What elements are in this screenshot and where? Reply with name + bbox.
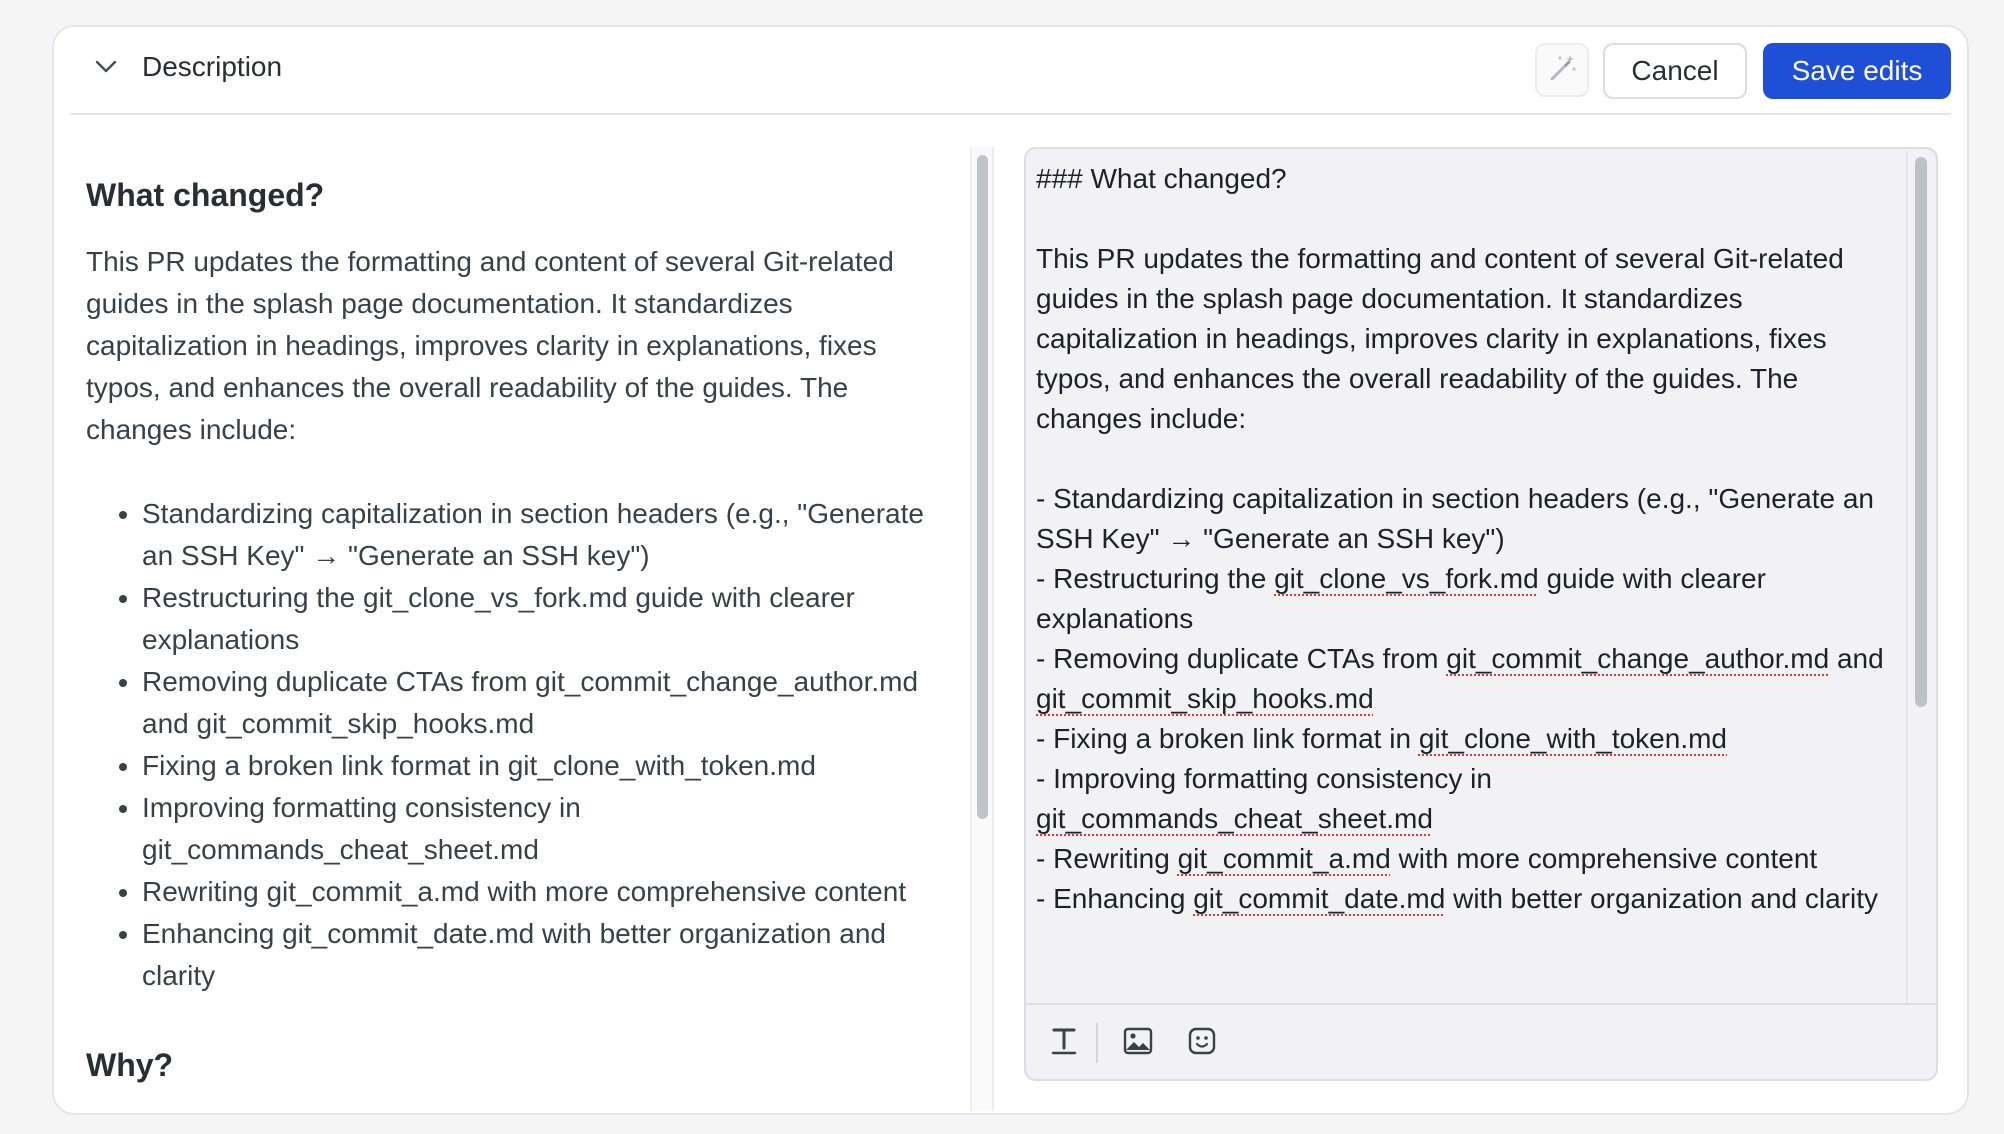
list-item: Improving formatting consistency in git_… [142, 787, 956, 871]
magic-wand-icon [1546, 52, 1578, 89]
editor-line: - Rewriting git_commit_a.md with more co… [1036, 843, 1818, 874]
editor-line: - Standardizing capitalization in sectio… [1036, 483, 1882, 554]
text-format-button[interactable] [1044, 1023, 1084, 1063]
preview-heading-what-changed: What changed? [86, 177, 325, 213]
text-format-icon [1050, 1026, 1078, 1061]
spellcheck-word: git_commit_a.md [1177, 843, 1391, 874]
editor-line: ### What changed? [1036, 163, 1287, 194]
list-item: Removing duplicate CTAs from git_commit_… [142, 661, 956, 745]
spellcheck-word: git_commit_skip_hooks.md [1036, 683, 1374, 714]
editor-line: - Removing duplicate CTAs from git_commi… [1036, 643, 1892, 714]
description-header: Description Cancel Save edits [70, 27, 1951, 115]
emoji-icon [1187, 1026, 1217, 1061]
markdown-preview: What changed? This PR updates the format… [70, 143, 960, 1103]
chevron-down-icon[interactable] [88, 49, 124, 85]
spellcheck-word: git_clone_with_token.md [1418, 723, 1728, 754]
preview-heading-why: Why? [86, 1047, 174, 1083]
editor-scrollbar-thumb[interactable] [1915, 157, 1927, 707]
markdown-editor[interactable]: ### What changed? This PR updates the fo… [1024, 147, 1938, 1081]
cancel-button[interactable]: Cancel [1603, 43, 1747, 99]
list-item: Enhancing git_commit_date.md with better… [142, 913, 956, 997]
list-item: Rewriting git_commit_a.md with more comp… [142, 871, 956, 913]
preview-scrollbar[interactable] [970, 147, 994, 1111]
editor-line: - Enhancing git_commit_date.md with bett… [1036, 883, 1879, 914]
spellcheck-word: git_commands_cheat_sheet.md [1036, 803, 1433, 834]
section-title: Description [142, 51, 283, 82]
editor-line: - Fixing a broken link format in git_clo… [1036, 723, 1728, 754]
list-item: Fixing a broken link format in git_clone… [142, 745, 956, 787]
toolbar-divider [1096, 1023, 1098, 1063]
preview-scrollbar-thumb[interactable] [977, 155, 988, 819]
spellcheck-word: git_commit_change_author.md [1446, 643, 1830, 674]
preview-change-list: Standardizing capitalization in section … [86, 493, 956, 997]
magic-wand-button[interactable] [1535, 43, 1589, 97]
insert-image-button[interactable] [1118, 1023, 1158, 1063]
save-edits-button[interactable]: Save edits [1763, 43, 1951, 99]
list-item: Restructuring the git_clone_vs_fork.md g… [142, 577, 956, 661]
description-card: Description Cancel Save edits What chang… [52, 25, 1969, 1115]
insert-emoji-button[interactable] [1182, 1023, 1222, 1063]
editor-textarea[interactable]: ### What changed? This PR updates the fo… [1036, 159, 1892, 995]
editor-toolbar [1026, 1003, 1936, 1079]
editor-scrollbar[interactable] [1906, 151, 1934, 1007]
list-item: Standardizing capitalization in section … [142, 493, 956, 577]
editor-paragraph: This PR updates the formatting and conte… [1036, 243, 1852, 434]
preview-paragraph: This PR updates the formatting and conte… [86, 246, 894, 445]
editor-line: - Improving formatting consistency in gi… [1036, 763, 1500, 834]
spellcheck-word: git_commit_date.md [1193, 883, 1446, 914]
editor-line: - Restructuring the git_clone_vs_fork.md… [1036, 563, 1774, 634]
image-icon [1123, 1027, 1153, 1060]
spellcheck-word: git_clone_vs_fork.md [1274, 563, 1539, 594]
